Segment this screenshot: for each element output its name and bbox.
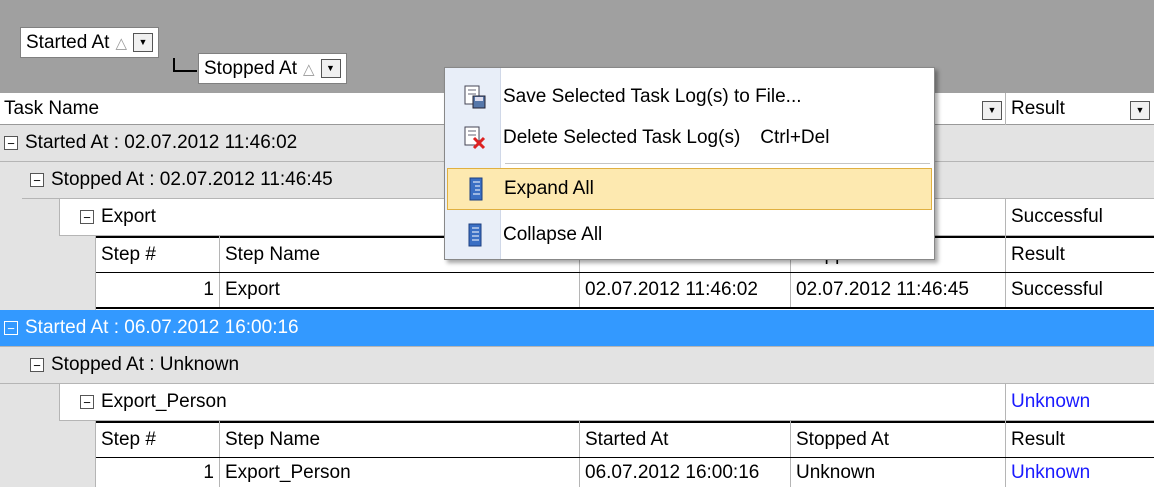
menu-item-delete-logs[interactable]: Delete Selected Task Log(s) Ctrl+Del [447, 117, 932, 159]
step-result: Successful [1005, 273, 1154, 307]
menu-item-collapse-all[interactable]: Collapse All [447, 214, 932, 256]
group-chip-label: Stopped At [204, 57, 297, 79]
step-stopped-at: 02.07.2012 11:46:45 [790, 273, 1005, 307]
task-name: Export_Person [101, 391, 227, 412]
chevron-down-icon: ▼ [138, 37, 148, 47]
column-filter-button[interactable]: ▼ [982, 101, 1002, 120]
delete-log-icon [447, 126, 503, 150]
steps-header-result[interactable]: Result [1005, 236, 1154, 273]
steps-header-started[interactable]: Started At [579, 421, 790, 458]
step-name: Export [219, 273, 579, 307]
collapse-icon[interactable]: − [30, 358, 44, 372]
collapse-icon[interactable]: − [80, 210, 94, 224]
column-filter-button[interactable]: ▼ [1130, 101, 1150, 120]
step-row[interactable]: 1 Export_Person 06.07.2012 16:00:16 Unkn… [96, 457, 1154, 487]
step-number: 1 [203, 461, 214, 483]
indent [0, 162, 22, 199]
menu-item-shortcut: Ctrl+Del [760, 127, 830, 148]
task-name: Export [101, 206, 156, 227]
task-row[interactable]: − Export_Person Unknown [0, 384, 1154, 421]
step-started-at: 06.07.2012 16:00:16 [579, 458, 790, 487]
step-stopped-at: Unknown [790, 458, 1005, 487]
filter-dropdown-button[interactable]: ▼ [320, 59, 341, 78]
collapse-icon[interactable]: − [80, 395, 94, 409]
group-chip-stopped-at[interactable]: Stopped At △ ▼ [198, 53, 347, 84]
step-row[interactable]: 1 Export 02.07.2012 11:46:02 02.07.2012 … [96, 272, 1154, 309]
column-header-label: Result [1011, 98, 1065, 119]
collapse-all-icon [447, 223, 503, 247]
group-row-label: Stopped At : Unknown [51, 354, 240, 375]
column-header-label: Task Name [4, 98, 100, 119]
chevron-down-icon: ▼ [987, 105, 997, 115]
group-row-label: Started At : 02.07.2012 11:46:02 [25, 132, 298, 153]
menu-separator [505, 163, 930, 164]
group-row-label: Stopped At : 02.07.2012 11:46:45 [51, 169, 333, 190]
context-menu: Save Selected Task Log(s) to File... Del… [444, 67, 935, 260]
indent [0, 384, 60, 421]
chevron-down-icon: ▼ [1135, 105, 1145, 115]
step-name: Export_Person [219, 458, 579, 487]
step-result: Unknown [1005, 458, 1154, 487]
steps-header-stopped[interactable]: Stopped At [790, 421, 1005, 458]
menu-item-expand-all[interactable]: Expand All [447, 168, 932, 210]
sort-ascending-icon: △ [115, 34, 127, 52]
steps-header-step[interactable]: Step # [96, 236, 219, 273]
indent [0, 236, 96, 310]
group-row-label: Started At : 06.07.2012 16:00:16 [25, 317, 299, 338]
group-chip-label: Started At [26, 31, 110, 53]
filter-dropdown-button[interactable]: ▼ [133, 33, 153, 52]
task-result: Unknown [1005, 384, 1154, 420]
indent [0, 199, 60, 236]
group-connector [173, 58, 197, 72]
collapse-icon[interactable]: − [30, 173, 44, 187]
task-result: Successful [1005, 199, 1154, 235]
column-header-task-name[interactable]: Task Name [4, 93, 99, 125]
steps-header-step[interactable]: Step # [96, 421, 219, 458]
menu-item-save-logs[interactable]: Save Selected Task Log(s) to File... [447, 76, 932, 118]
steps-header-name[interactable]: Step Name [219, 421, 579, 458]
step-started-at: 02.07.2012 11:46:02 [579, 273, 790, 307]
sort-ascending-icon: △ [302, 60, 315, 78]
menu-item-label: Save Selected Task Log(s) to File... [503, 86, 802, 107]
save-log-icon [447, 85, 503, 109]
chevron-down-icon: ▼ [326, 63, 335, 73]
step-number: 1 [203, 279, 214, 300]
steps-header-result[interactable]: Result [1005, 421, 1154, 458]
menu-item-label: Delete Selected Task Log(s) [503, 127, 741, 148]
expand-all-icon [448, 177, 504, 201]
menu-item-label: Collapse All [503, 224, 603, 245]
collapse-icon[interactable]: − [4, 136, 18, 150]
group-chip-started-at[interactable]: Started At △ ▼ [20, 27, 159, 58]
collapse-icon[interactable]: − [4, 321, 18, 335]
group-row-stopped-at[interactable]: − Stopped At : Unknown [0, 347, 1154, 384]
menu-item-label: Expand All [504, 178, 594, 199]
group-row-started-at-selected[interactable]: − Started At : 06.07.2012 16:00:16 [0, 310, 1154, 347]
